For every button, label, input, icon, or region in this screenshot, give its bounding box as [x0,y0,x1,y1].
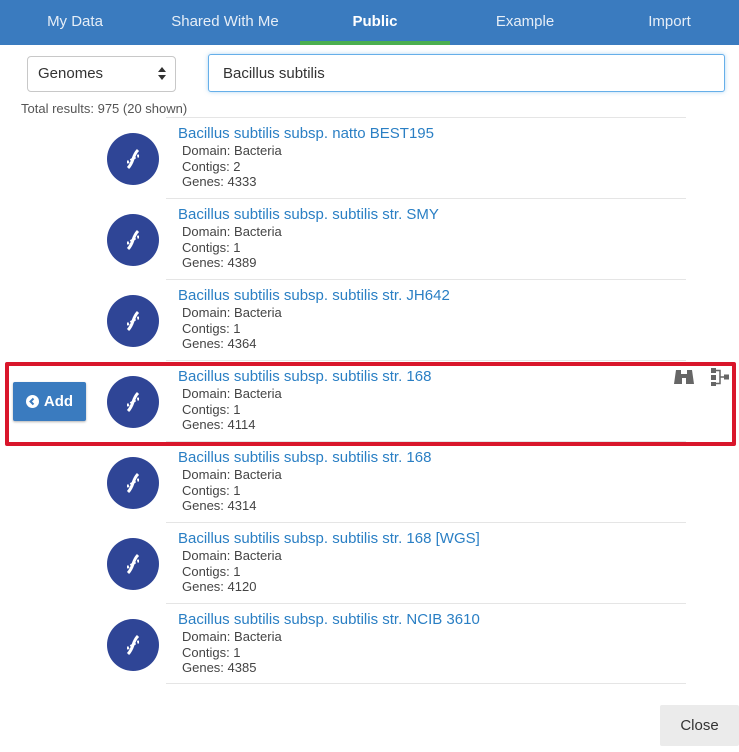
dna-icon [107,376,159,428]
tab-shared-with-me[interactable]: Shared With Me [150,0,300,45]
domain-text: Domain: Bacteria [182,305,282,320]
tab-public[interactable]: Public [300,0,450,45]
genes-text: Genes: 4314 [182,498,257,513]
tab-bar: My Data Shared With Me Public Example Im… [0,0,739,45]
result-row[interactable]: Bacillus subtilis subsp. subtilis str. N… [0,603,739,684]
tab-my-data[interactable]: My Data [0,0,150,45]
tab-import[interactable]: Import [600,0,739,45]
tab-example[interactable]: Example [450,0,600,45]
genome-name-link[interactable]: Bacillus subtilis subsp. subtilis str. S… [178,206,439,224]
domain-text: Domain: Bacteria [182,629,282,644]
search-input[interactable] [208,54,725,92]
genes-text: Genes: 4385 [182,660,257,675]
dna-icon [107,457,159,509]
add-button-label: Add [43,393,74,410]
dna-icon [107,619,159,671]
domain-text: Domain: Bacteria [182,548,282,563]
dna-icon [107,538,159,590]
domain-text: Domain: Bacteria [182,386,282,401]
domain-text: Domain: Bacteria [182,143,282,158]
result-row[interactable]: Bacillus subtilis subsp. subtilis str. 1… [0,522,739,603]
genome-name-link[interactable]: Bacillus subtilis subsp. subtilis str. 1… [178,449,431,467]
genome-name-link[interactable]: Bacillus subtilis subsp. natto BEST195 [178,125,434,143]
add-button[interactable]: Add [13,382,86,421]
object-type-select[interactable]: Genomes [27,56,176,92]
object-type-value: Genomes [38,65,104,82]
select-arrows-icon [158,64,166,84]
dna-icon [107,133,159,185]
dna-icon [107,214,159,266]
contigs-text: Contigs: 1 [182,320,241,336]
genes-text: Genes: 4114 [182,417,256,432]
binoculars-icon[interactable] [673,368,695,391]
genome-name-link[interactable]: Bacillus subtilis subsp. subtilis str. N… [178,611,480,629]
results-list: Bacillus subtilis subsp. natto BEST195 D… [0,117,739,684]
row-divider [166,441,686,442]
genome-name-link[interactable]: Bacillus subtilis subsp. subtilis str. 1… [178,530,480,548]
genes-text: Genes: 4120 [182,579,257,594]
close-button[interactable]: Close [660,705,739,746]
domain-text: Domain: Bacteria [182,224,282,239]
genome-name-link[interactable]: Bacillus subtilis subsp. subtilis str. 1… [178,368,431,386]
result-row-selected[interactable]: Bacillus subtilis subsp. subtilis str. 1… [0,360,739,441]
tree-icon[interactable] [710,367,730,392]
result-row[interactable]: Bacillus subtilis subsp. subtilis str. J… [0,279,739,360]
contigs-text: Contigs: 1 [182,482,241,498]
contigs-text: Contigs: 1 [182,563,241,579]
chevron-left-icon [25,395,39,408]
contigs-text: Contigs: 2 [182,158,241,174]
row-divider [166,522,686,523]
row-divider [166,279,686,280]
genes-text: Genes: 4389 [182,255,257,270]
row-divider [166,683,686,684]
domain-text: Domain: Bacteria [182,467,282,482]
dna-icon [107,295,159,347]
total-results: Total results: 975 (20 shown) [21,101,188,116]
contigs-text: Contigs: 1 [182,239,241,255]
row-divider [166,117,686,118]
contigs-text: Contigs: 1 [182,401,241,417]
genes-text: Genes: 4333 [182,174,257,189]
result-row[interactable]: Bacillus subtilis subsp. subtilis str. S… [0,198,739,279]
genome-name-link[interactable]: Bacillus subtilis subsp. subtilis str. J… [178,287,450,305]
result-row[interactable]: Bacillus subtilis subsp. subtilis str. 1… [0,441,739,522]
row-divider [166,198,686,199]
result-row[interactable]: Bacillus subtilis subsp. natto BEST195 D… [0,117,739,198]
genes-text: Genes: 4364 [182,336,257,351]
contigs-text: Contigs: 1 [182,644,241,660]
row-divider [166,360,686,361]
row-divider [166,603,686,604]
